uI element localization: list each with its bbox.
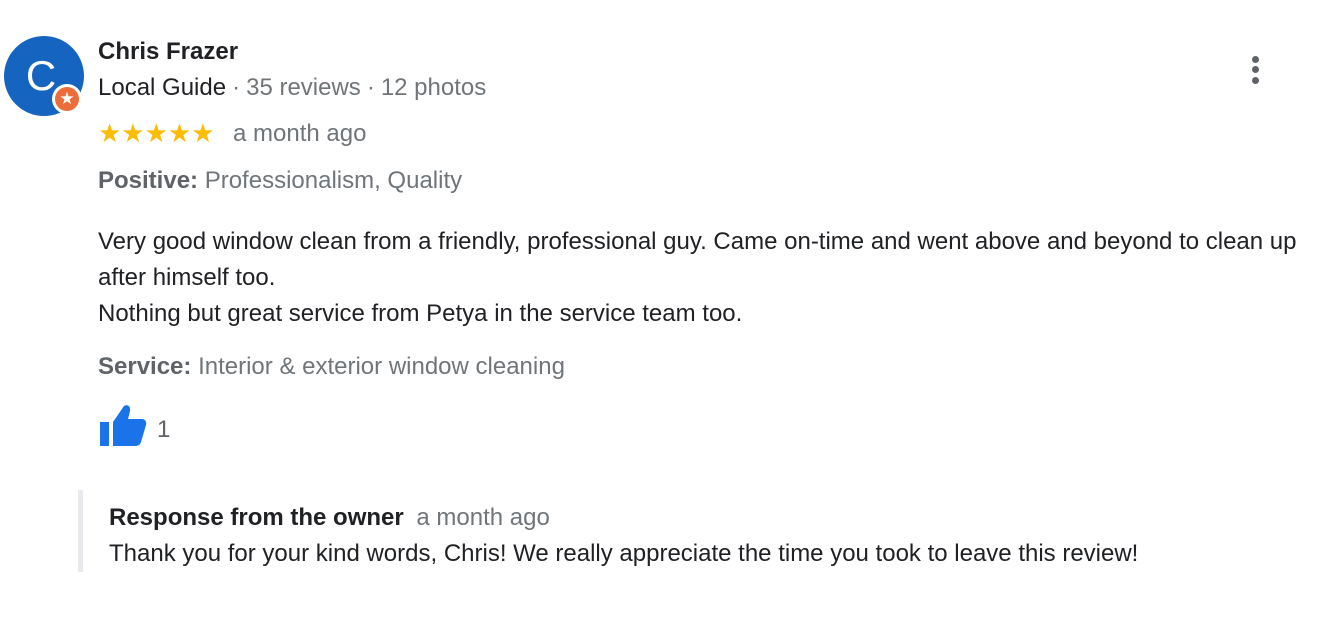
review-date: a month ago <box>233 119 367 147</box>
owner-response-title: Response from the owner <box>109 504 404 531</box>
owner-response-header: Response from the owner a month ago <box>109 504 550 532</box>
more-options-button[interactable] <box>1240 50 1272 90</box>
review-text: Very good window clean from a friendly, … <box>98 224 1308 332</box>
positive-label: Positive: <box>98 167 199 194</box>
service-label: Service: <box>98 353 192 380</box>
meta-separator: · <box>366 74 375 101</box>
review-count: 35 reviews <box>246 74 361 101</box>
owner-response-text: Thank you for your kind words, Chris! We… <box>109 540 1139 567</box>
local-guide-badge: ★ <box>52 84 82 114</box>
service-attributes: Service: Interior & exterior window clea… <box>98 353 565 381</box>
star-icon: ★ <box>55 87 79 111</box>
service-value: Interior & exterior window cleaning <box>198 353 565 380</box>
star-rating: ★★★★★ <box>98 118 215 148</box>
review-paragraph: Very good window clean from a friendly, … <box>98 228 1297 291</box>
author-name[interactable]: Chris Frazer <box>98 38 238 66</box>
photo-count: 12 photos <box>380 74 487 101</box>
review-paragraph: Nothing but great service from Petya in … <box>98 300 743 327</box>
owner-response: Response from the owner a month ago Than… <box>78 490 1303 572</box>
like-count: 1 <box>157 416 171 443</box>
positive-value: Professionalism, Quality <box>204 167 463 194</box>
thumbs-up-icon <box>100 405 147 446</box>
owner-response-date: a month ago <box>416 504 550 531</box>
like-button[interactable] <box>98 404 148 446</box>
local-guide-label: Local Guide <box>98 74 227 101</box>
positive-attributes: Positive: Professionalism, Quality <box>98 167 462 195</box>
meta-separator: · <box>232 74 241 101</box>
author-meta: Local Guide · 35 reviews · 12 photos <box>98 74 486 102</box>
avatar-initial: C <box>25 52 57 99</box>
rating-row: ★★★★★ a month ago <box>98 118 366 148</box>
